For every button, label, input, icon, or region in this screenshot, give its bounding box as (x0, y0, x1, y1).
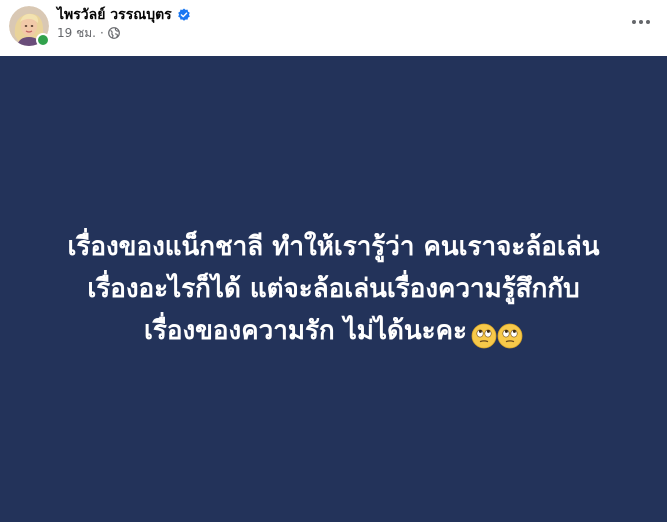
more-options-button[interactable] (631, 12, 651, 32)
verified-badge-icon (177, 8, 190, 21)
meta-separator: · (99, 26, 104, 40)
online-status-dot (36, 33, 50, 47)
post-timestamp[interactable]: 19 ชม. (57, 24, 96, 43)
face-with-rolling-eyes-icon (471, 323, 497, 348)
author-row: ไพรวัลย์ วรรณบุตร (57, 5, 191, 25)
facebook-post: ไพรวัลย์ วรรณบุตร 19 ชม. · เรื่องของแน็ก (0, 0, 667, 522)
more-options-dot (639, 20, 643, 24)
emoji-group (471, 314, 523, 356)
more-options-icon (632, 20, 636, 24)
post-meta: 19 ชม. · (57, 25, 120, 41)
status-background-card: เรื่องของแน็กชาลี ทำให้เรารู้ว่า คนเราจะ… (0, 56, 667, 522)
status-line-3-text: เรื่องของความรัก ไม่ได้นะคะ (143, 316, 467, 346)
status-line-3: เรื่องของความรัก ไม่ได้นะคะ (24, 310, 644, 356)
status-line-2: เรื่องอะไรก็ได้ แต่จะล้อเล่นเรื่องความรู… (87, 274, 580, 304)
status-line-1: เรื่องของแน็กชาลี ทำให้เรารู้ว่า คนเราจะ… (67, 232, 600, 262)
more-options-dot (646, 20, 650, 24)
face-with-rolling-eyes-icon (497, 323, 523, 348)
status-text: เรื่องของแน็กชาลี ทำให้เรารู้ว่า คนเราจะ… (24, 226, 644, 356)
author-avatar[interactable] (9, 6, 50, 47)
post-header: ไพรวัลย์ วรรณบุตร 19 ชม. · (0, 0, 667, 56)
globe-icon[interactable] (107, 27, 120, 39)
